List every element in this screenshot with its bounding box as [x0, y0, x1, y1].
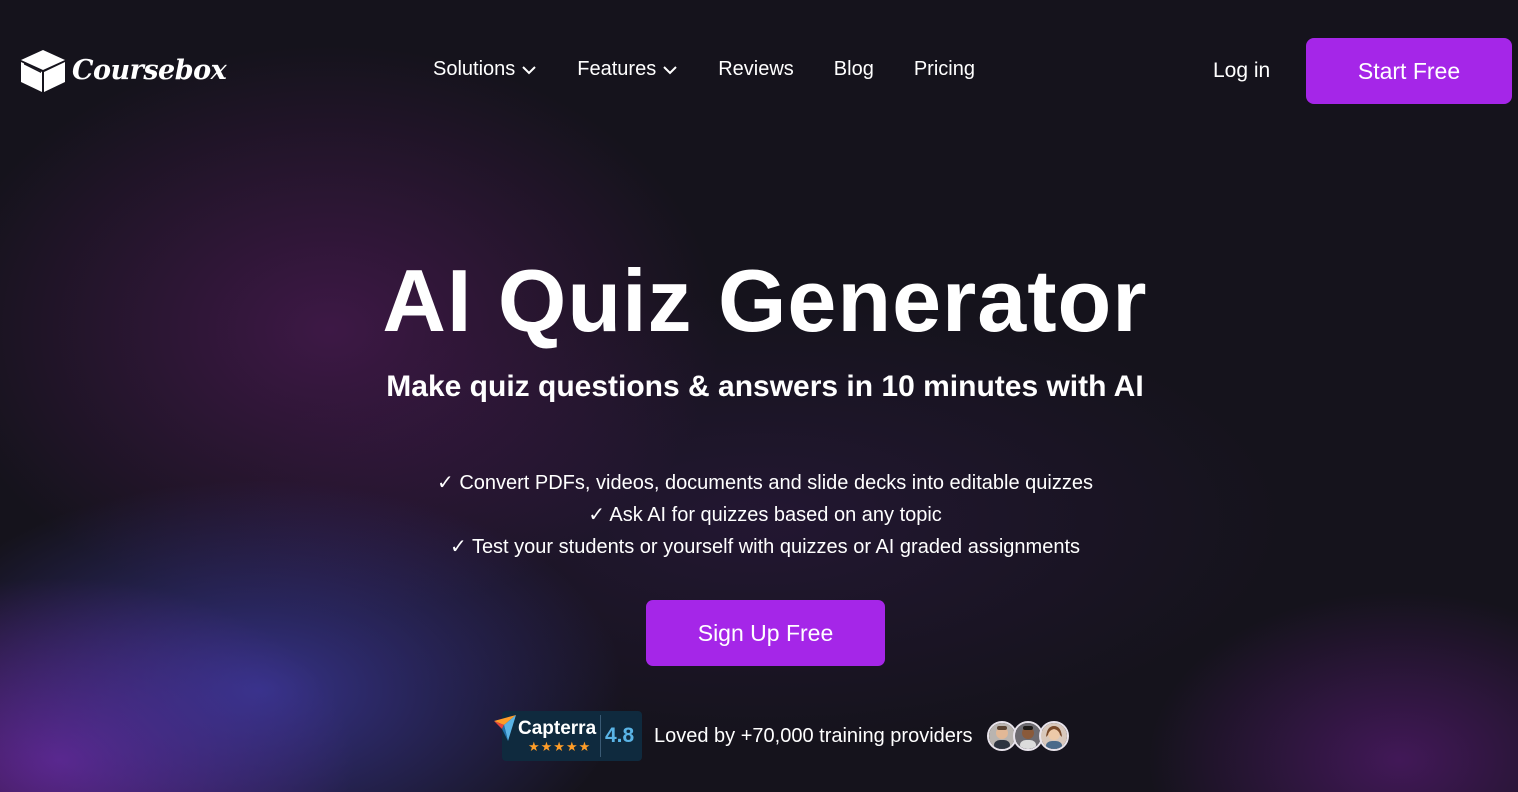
loved-by-text: Loved by +70,000 training providers	[654, 724, 973, 747]
feature-list: ✓ Convert PDFs, videos, documents and sl…	[0, 467, 1518, 563]
brand-name: Coursebox	[72, 54, 227, 86]
chevron-down-icon	[522, 65, 536, 74]
chevron-down-icon	[663, 65, 677, 74]
site-header: Coursebox Solutions Features Reviews Blo…	[0, 0, 1518, 140]
hero-subtitle: Make quiz questions & answers in 10 minu…	[386, 370, 1144, 403]
nav-item-reviews[interactable]: Reviews	[718, 58, 794, 81]
box-icon	[18, 46, 68, 94]
nav-item-features[interactable]: Features	[577, 58, 678, 81]
star-rating-icon: ★★★★★	[528, 739, 592, 754]
avatar-group	[986, 721, 1069, 751]
start-free-button[interactable]: Start Free	[1306, 38, 1512, 104]
login-link[interactable]: Log in	[1213, 59, 1270, 83]
nav-label: Solutions	[433, 58, 516, 80]
nav-item-pricing[interactable]: Pricing	[914, 58, 975, 81]
nav-item-solutions[interactable]: Solutions	[433, 58, 537, 81]
capterra-arrow-icon	[494, 715, 516, 741]
sign-up-free-button[interactable]: Sign Up Free	[646, 600, 885, 666]
feature-item: ✓ Ask AI for quizzes based on any topic	[588, 504, 942, 526]
capterra-badge[interactable]: Capterra ★★★★★ 4.8	[492, 711, 642, 761]
nav-label: Reviews	[718, 58, 794, 80]
page-title: AI Quiz Generator	[382, 251, 1148, 350]
nav-item-blog[interactable]: Blog	[834, 58, 874, 81]
feature-item: ✓ Convert PDFs, videos, documents and sl…	[437, 472, 1093, 494]
nav-label: Features	[577, 58, 657, 80]
feature-item: ✓ Test your students or yourself with qu…	[449, 536, 1081, 558]
capterra-name: Capterra	[518, 718, 597, 739]
capterra-rating: 4.8	[605, 724, 635, 747]
brand-logo[interactable]: Coursebox	[18, 46, 227, 94]
main-nav: Solutions Features Reviews Blog Pricing	[433, 58, 975, 81]
avatar	[1038, 721, 1069, 751]
social-proof: Capterra ★★★★★ 4.8 Loved by +70,000 trai…	[492, 711, 1069, 761]
nav-label: Blog	[833, 58, 874, 80]
badge-divider	[600, 715, 601, 757]
nav-label: Pricing	[913, 58, 975, 80]
